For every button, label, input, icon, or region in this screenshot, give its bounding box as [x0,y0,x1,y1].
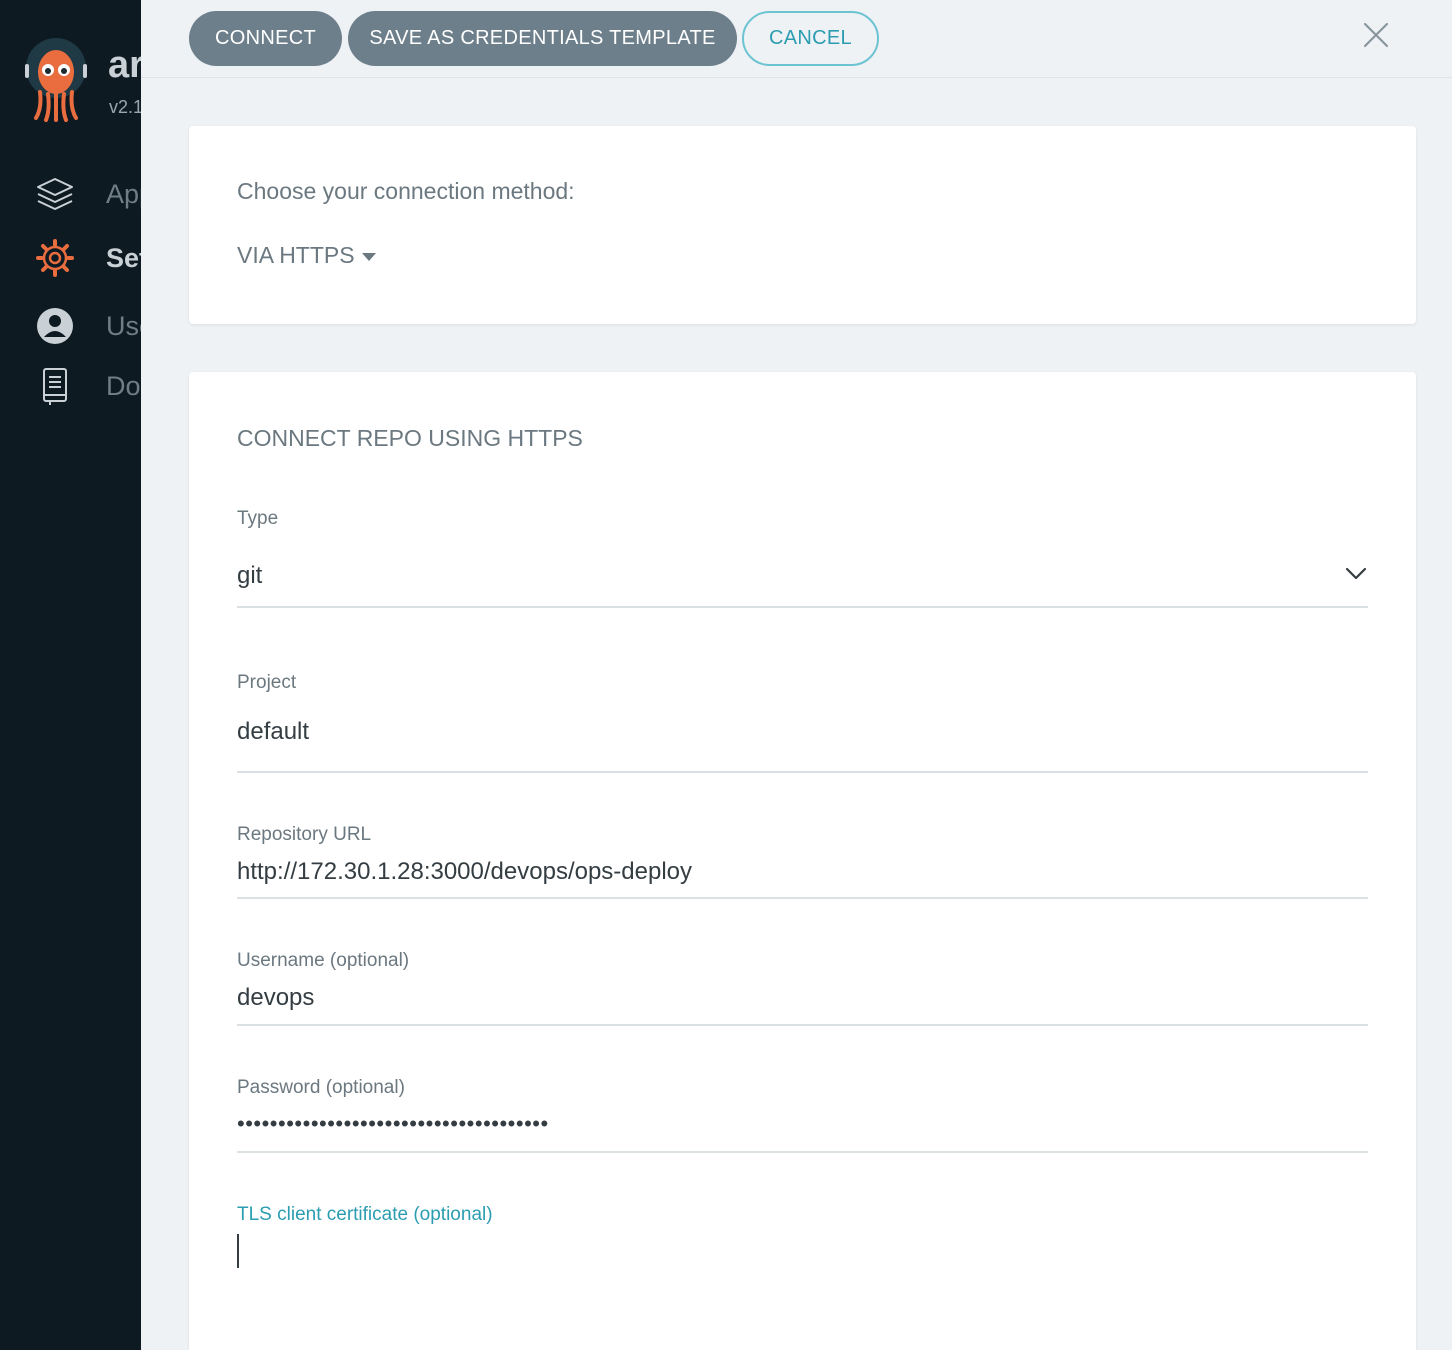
username-label: Username (optional) [237,950,410,971]
sidebar-item-label: Applications [106,178,141,209]
sidebar: ar v2.1 Applications [0,0,141,1350]
password-label: Password (optional) [237,1077,405,1098]
caret-down-icon [361,252,376,261]
connect-repo-panel: CONNECT SAVE AS CREDENTIALS TEMPLATE CAN… [141,0,1452,1350]
connection-method-card: Choose your connection method: VIA HTTPS [189,126,1416,324]
repository-url-label: Repository URL [237,824,372,845]
chevron-down-icon[interactable] [1344,565,1368,581]
username-input[interactable]: devops [237,984,1368,1012]
connection-method-value: VIA HTTPS [237,242,355,268]
brand-name: ar [108,44,141,86]
save-as-credentials-template-button[interactable]: SAVE AS CREDENTIALS TEMPLATE [348,11,737,66]
user-icon [34,305,76,347]
tls-client-certificate-label: TLS client certificate (optional) [237,1204,493,1225]
version-label: v2.1 [109,97,141,117]
text-cursor [237,1234,239,1268]
docs-icon [34,365,76,407]
connect-button[interactable]: CONNECT [189,11,342,66]
sidebar-item-label: Documentation [106,370,141,401]
type-underline [237,606,1368,608]
project-underline [237,771,1368,773]
tls-client-certificate-input[interactable] [237,1234,1368,1274]
close-icon[interactable] [1361,20,1391,50]
type-select[interactable]: git [237,562,1368,590]
repository-url-input[interactable]: http://172.30.1.28:3000/devops/ops-deplo… [237,858,1368,886]
type-label: Type [237,508,279,529]
password-input[interactable]: •••••••••••••••••••••••••••••••••••••• [237,1111,1368,1137]
cancel-button[interactable]: CANCEL [742,11,879,66]
gear-icon [34,237,76,279]
sidebar-item-label: User Info [106,310,141,341]
project-label: Project [237,672,297,693]
argo-logo[interactable] [24,38,88,122]
username-underline [237,1024,1368,1026]
sidebar-item-label: Settings [106,242,141,273]
repository-url-underline [237,897,1368,899]
sidebar-item-documentation[interactable]: Documentation [0,362,141,410]
project-input[interactable]: default [237,718,1368,746]
password-underline [237,1151,1368,1153]
sidebar-item-settings[interactable]: Settings [0,234,141,282]
layers-icon [34,173,76,215]
sidebar-item-applications[interactable]: Applications [0,170,141,218]
repo-form-card: CONNECT REPO USING HTTPS Type git Projec… [189,372,1416,1350]
connection-method-prompt: Choose your connection method: [237,178,575,204]
connection-method-dropdown[interactable]: VIA HTTPS [237,242,376,269]
form-title: CONNECT REPO USING HTTPS [237,425,583,451]
sidebar-item-user-info[interactable]: User Info [0,302,141,350]
panel-header: CONNECT SAVE AS CREDENTIALS TEMPLATE CAN… [141,0,1452,78]
